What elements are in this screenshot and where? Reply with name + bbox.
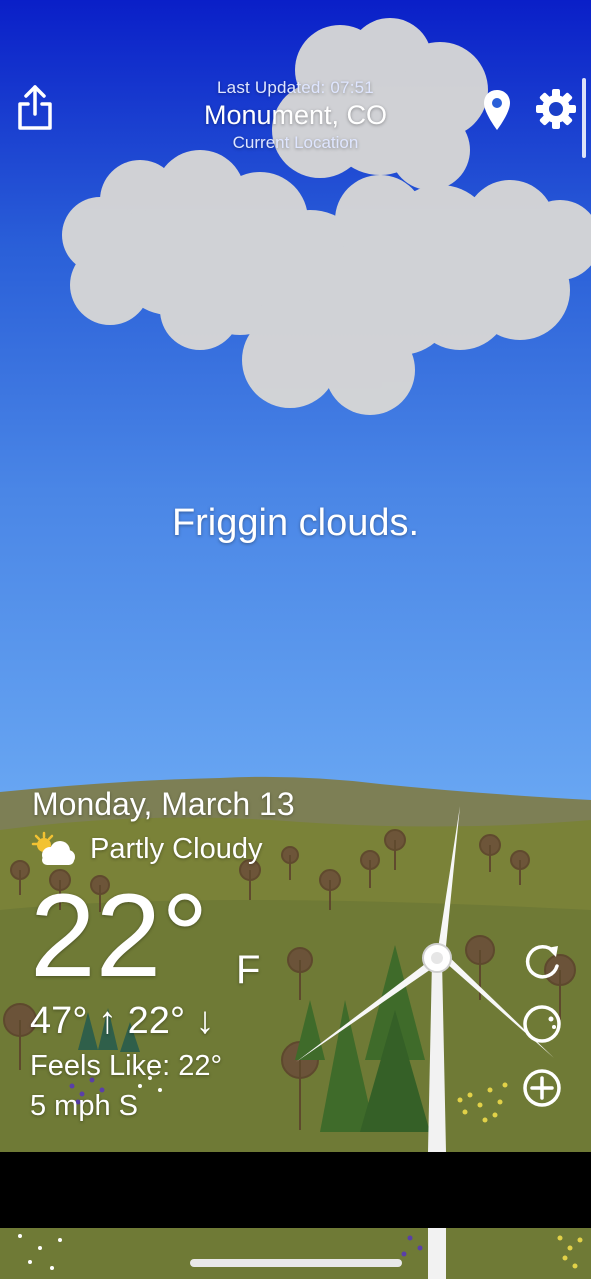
condition-row: Partly Cloudy bbox=[30, 830, 262, 868]
black-band bbox=[0, 1152, 591, 1228]
bottom-landscape-strip bbox=[0, 1228, 591, 1279]
weather-quip: Friggin clouds. bbox=[171, 502, 420, 544]
home-indicator[interactable] bbox=[190, 1259, 402, 1267]
moon-phase-icon bbox=[523, 1005, 561, 1043]
refresh-button[interactable] bbox=[520, 940, 564, 984]
gear-icon bbox=[536, 89, 576, 129]
location-pin-icon bbox=[484, 90, 510, 130]
condition-label: Partly Cloudy bbox=[90, 832, 263, 865]
add-location-button[interactable] bbox=[520, 1066, 564, 1110]
settings-button[interactable] bbox=[535, 88, 577, 130]
current-temperature: 22° bbox=[30, 870, 209, 1002]
current-location-label: Current Location bbox=[232, 133, 359, 152]
date-label: Monday, March 13 bbox=[32, 786, 295, 822]
refresh-icon bbox=[525, 945, 559, 979]
scroll-indicator bbox=[582, 78, 586, 158]
cloud-illustration bbox=[62, 18, 591, 415]
moon-button[interactable] bbox=[520, 1002, 564, 1046]
partly-cloudy-icon bbox=[31, 831, 75, 865]
temperature-unit[interactable]: F bbox=[236, 948, 260, 993]
add-circle-icon bbox=[523, 1069, 561, 1107]
high-low-temperature: 47° ↑ 22° ↓ bbox=[30, 1000, 215, 1042]
feels-like-label: Feels Like: 22° bbox=[30, 1050, 223, 1082]
location-button[interactable] bbox=[482, 88, 512, 132]
wind-label: 5 mph S bbox=[30, 1090, 138, 1122]
